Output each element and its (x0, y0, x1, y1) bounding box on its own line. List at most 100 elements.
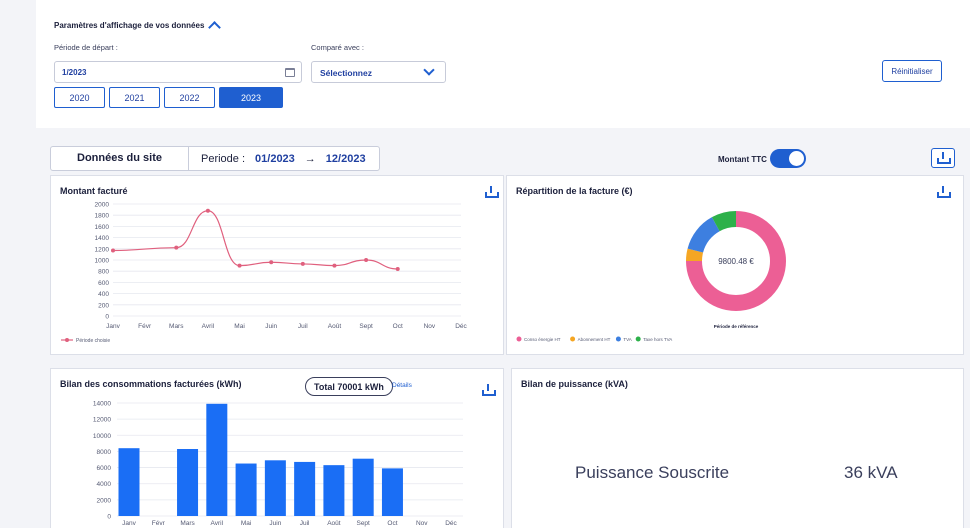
y-tick-label: 1200 (95, 246, 110, 253)
start-period-value: 1/2023 (62, 68, 87, 77)
y-tick-label: 2000 (95, 202, 110, 209)
y-tick-label: 2000 (97, 497, 112, 504)
x-tick-label: Janv (122, 520, 136, 527)
legend-swatch (615, 336, 621, 342)
donut-slice (711, 211, 737, 232)
period-range: Periode : 01/2023 → 12/2023 (189, 153, 366, 165)
montant-line-chart: 0 200 400 600 800 1000 1200 1400 1600 1800 2000 Jan… (61, 202, 468, 344)
year-selector: 2020 2021 2022 2023 (54, 87, 283, 108)
bar (177, 449, 199, 516)
x-tick-label: Mai (241, 520, 251, 527)
y-tick-label: 8000 (97, 449, 112, 456)
site-period-bar: Données du site Periode : 01/2023 → 12/2… (50, 146, 380, 171)
y-tick-label: 0 (107, 514, 111, 521)
x-tick-label: Oct (387, 520, 397, 527)
puissance-title: Bilan de puissance (kVA) (521, 379, 628, 389)
year-button-2020[interactable]: 2020 (54, 87, 105, 108)
legend-label: Période choisie (76, 338, 110, 344)
y-tick-label: 6000 (97, 465, 112, 472)
x-tick-label: Févr (138, 323, 152, 330)
x-tick-label: Juil (300, 520, 310, 527)
x-tick-label: Févr (152, 520, 166, 527)
y-tick-label: 200 (98, 302, 109, 309)
chevron-down-icon (423, 64, 435, 76)
x-tick-label: Juil (298, 323, 308, 330)
compare-select[interactable]: Sélectionnez (311, 61, 446, 83)
x-tick-label: Déc (445, 520, 457, 527)
calendar-icon[interactable] (285, 68, 295, 77)
y-tick-label: 1000 (95, 258, 110, 265)
bar (235, 463, 257, 516)
settings-title: Paramètres d'affichage de vos données (54, 21, 205, 30)
download-all-button[interactable] (931, 148, 955, 168)
year-button-2021[interactable]: 2021 (109, 87, 160, 108)
legend-swatch (570, 336, 576, 342)
card-montant-facture: Montant facturé 0 200 400 600 800 1000 1200 140… (50, 175, 504, 355)
ttc-toggle[interactable] (770, 149, 806, 168)
data-point (300, 261, 305, 266)
y-tick-label: 0 (105, 314, 109, 321)
card-bilan-consommations: Bilan des consommations facturées (kWh) … (50, 368, 504, 528)
x-tick-label: Oct (393, 323, 403, 330)
y-tick-label: 400 (98, 291, 109, 298)
year-button-2022[interactable]: 2022 (164, 87, 215, 108)
card-bilan-puissance: Bilan de puissance (kVA) Puissance Sousc… (511, 368, 964, 528)
y-tick-label: 1600 (95, 224, 110, 231)
compare-label: Comparé avec : (311, 43, 364, 52)
legend-swatch (516, 336, 522, 342)
x-tick-label: Avril (211, 520, 224, 527)
x-tick-label: Juin (269, 520, 281, 527)
bar (264, 460, 286, 516)
y-tick-label: 12000 (93, 417, 111, 424)
legend-label: Conso énergie HT (524, 337, 561, 342)
display-settings-panel: Paramètres d'affichage de vos données Pé… (36, 0, 970, 128)
x-tick-label: Août (327, 520, 341, 527)
data-point (174, 245, 179, 250)
donut-sublabel: Période de référence (714, 324, 759, 329)
x-tick-label: Mars (169, 323, 184, 330)
x-tick-label: Sept (356, 520, 370, 527)
data-point (111, 248, 115, 253)
data-point (364, 258, 369, 262)
bar (381, 468, 403, 516)
bar (323, 465, 345, 516)
bar (118, 448, 140, 516)
arrow-right-icon: → (304, 152, 316, 165)
bar (206, 403, 228, 516)
bar (352, 458, 374, 516)
card-repartition: Répartition de la facture (€) 9800.48 € P… (506, 175, 964, 355)
y-tick-label: 4000 (97, 481, 112, 488)
puissance-label: Puissance Souscrite (575, 463, 730, 482)
data-point (237, 263, 242, 268)
reset-button[interactable]: Réinitialiser (882, 60, 942, 82)
compare-select-value: Sélectionnez (320, 68, 372, 78)
year-button-2023[interactable]: 2023 (219, 87, 283, 108)
donut-slice (686, 248, 704, 262)
consommation-bar-chart: 0 2000 4000 6000 8000 10000 12000 14000 Janv Févr… (93, 401, 463, 527)
y-tick-label: 1800 (95, 213, 110, 220)
legend-swatch (635, 336, 641, 342)
chevron-up-icon[interactable] (208, 21, 222, 34)
donut-center-label: 9800.48 € (718, 257, 754, 266)
settings-toggle[interactable]: Paramètres d'affichage de vos données (54, 19, 222, 34)
bar (294, 461, 316, 516)
x-tick-label: Sept (359, 323, 373, 330)
x-tick-label: Mars (180, 520, 195, 527)
repartition-donut-chart: 9800.48 € Période de référence Conso énerg… (516, 211, 786, 342)
legend-label: TVA (623, 337, 631, 342)
legend-label: Taxe hors TVA (643, 337, 672, 342)
data-point (395, 266, 400, 271)
download-icon (937, 152, 951, 164)
start-period-input[interactable]: 1/2023 (54, 61, 302, 83)
y-tick-label: 800 (98, 269, 109, 276)
y-tick-label: 10000 (93, 433, 111, 440)
x-tick-label: Juin (265, 323, 277, 330)
y-tick-label: 1400 (95, 235, 110, 242)
site-title: Données du site (51, 147, 189, 170)
legend-label: Abonnement HT (578, 337, 611, 342)
donut-slice (687, 217, 720, 253)
legend-marker (65, 338, 69, 342)
x-tick-label: Janv (106, 323, 120, 330)
period-end: 12/2023 (325, 152, 366, 165)
period-start: 01/2023 (255, 152, 295, 165)
